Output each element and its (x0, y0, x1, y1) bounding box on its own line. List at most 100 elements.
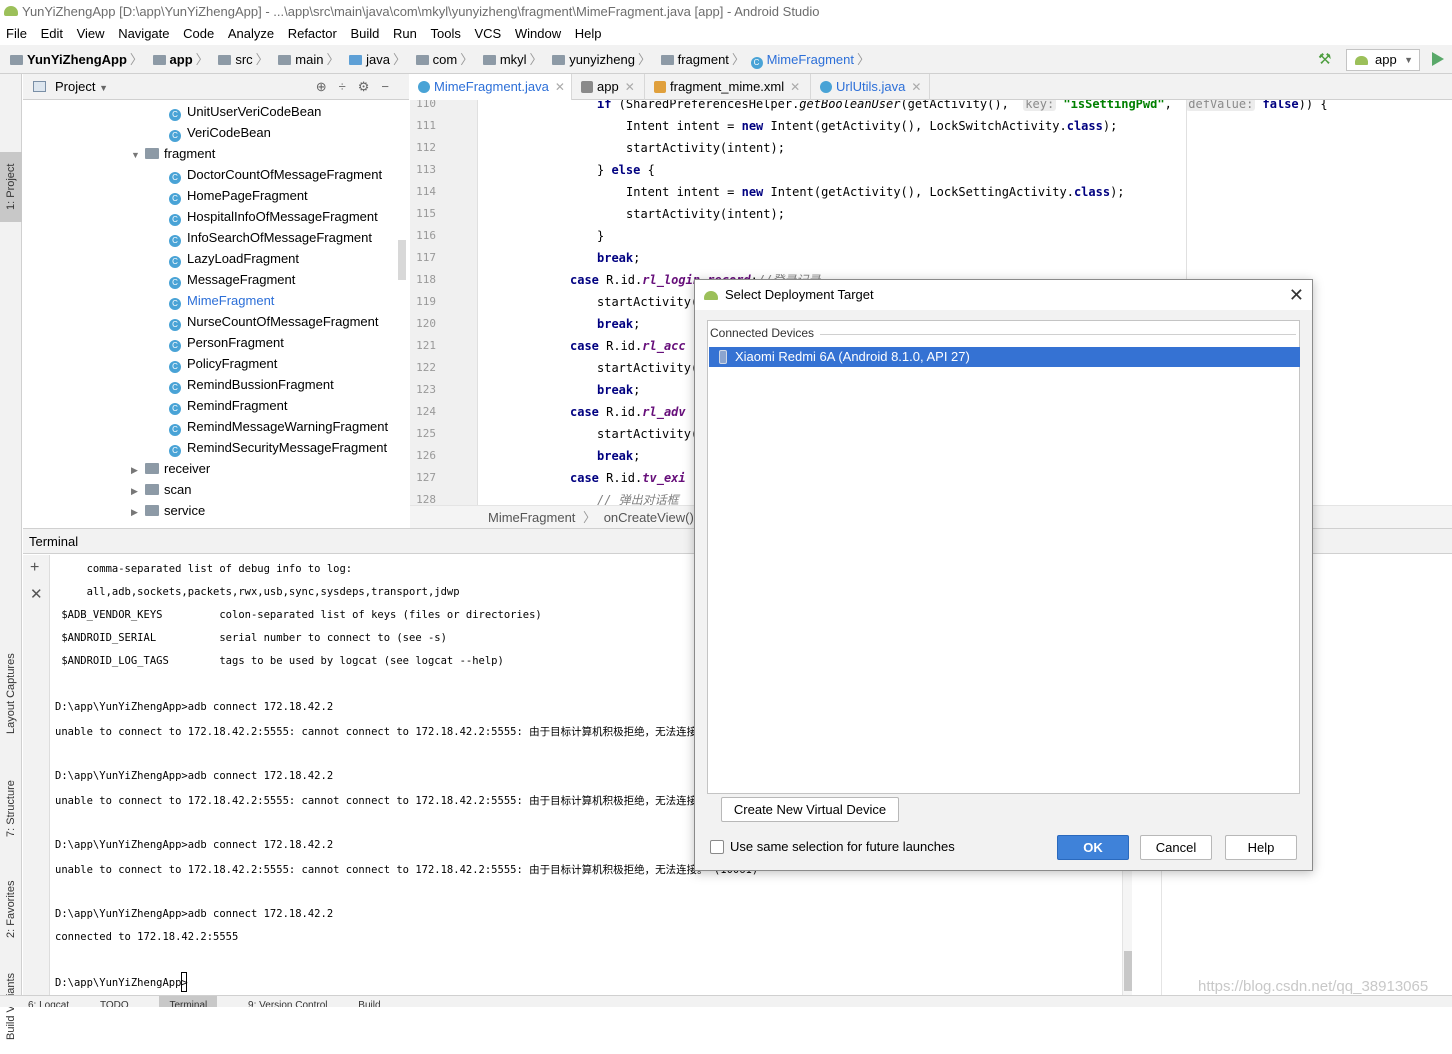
close-icon[interactable]: ✕ (555, 80, 565, 94)
menu-tools[interactable]: Tools (425, 23, 465, 45)
tool-tab-project[interactable]: 1: Project (0, 152, 22, 222)
tree-item[interactable]: C DoctorCountOfMessageFragment (169, 164, 382, 185)
tree-item[interactable]: C RemindBussionFragment (169, 374, 334, 395)
tree-item[interactable]: C RemindMessageWarningFragment (169, 416, 388, 437)
tool-tab-version-control[interactable]: 9: Version Control (248, 996, 328, 1007)
scrollbar-thumb[interactable] (1124, 951, 1132, 991)
crumb-mkyl[interactable]: mkyl 〉 (479, 45, 543, 74)
line-number: 111 (416, 119, 436, 132)
tree-item[interactable]: C HomePageFragment (169, 185, 308, 206)
tree-scrollbar[interactable] (398, 240, 406, 280)
tab-app[interactable]: app ✕ (573, 74, 645, 100)
code-line-123: break; (597, 383, 641, 397)
class-icon: C (169, 319, 181, 331)
ok-button[interactable]: OK (1057, 835, 1129, 860)
code-line-111: Intent intent = new Intent(getActivity()… (626, 119, 1118, 133)
tree-item[interactable]: C MessageFragment (169, 269, 295, 290)
project-panel-tools[interactable]: ⊕÷⚙− (316, 74, 401, 100)
menu-build[interactable]: Build (344, 23, 383, 45)
chevron-right-icon[interactable]: ▶ (131, 460, 145, 481)
same-selection-checkbox[interactable] (710, 840, 724, 854)
terminal-line: D:\app\YunYiZhengApp>adb connect 172.18.… (55, 908, 334, 920)
chevron-right-icon[interactable]: ▶ (131, 502, 145, 523)
tab-fragment-mime-xml[interactable]: fragment_mime.xml ✕ (646, 74, 811, 100)
chevron-down-icon[interactable]: ▼ (131, 145, 145, 166)
crumb-yunyizheng[interactable]: yunyizheng 〉 (548, 45, 651, 74)
chevron-right-icon[interactable]: ▶ (131, 481, 145, 502)
breadcrumb-class[interactable]: MimeFragment (488, 510, 575, 525)
tab-urlutils-java[interactable]: UrlUtils.java ✕ (812, 74, 930, 100)
cancel-button[interactable]: Cancel (1140, 835, 1212, 860)
tree-folder[interactable]: ▶ scan (131, 479, 191, 500)
menu-edit[interactable]: Edit (35, 23, 67, 45)
tool-tab-layout-captures[interactable]: Layout Captures (0, 639, 22, 749)
help-button[interactable]: Help (1225, 835, 1297, 860)
tree-item[interactable]: C MimeFragment (169, 290, 274, 311)
folder-icon (278, 55, 292, 65)
tree-folder[interactable]: ▼ fragment (131, 143, 215, 164)
project-view-select[interactable]: Project (55, 79, 95, 94)
crumb-com[interactable]: com 〉 (412, 45, 473, 74)
tool-tab-terminal[interactable]: Terminal (159, 996, 218, 1007)
crumb-mimefragment[interactable]: C MimeFragment 〉 (750, 45, 870, 74)
tool-tab-build[interactable]: Build (358, 996, 380, 1007)
crumb-main[interactable]: main 〉 (274, 45, 340, 74)
tree-item-label: DoctorCountOfMessageFragment (187, 167, 383, 182)
tool-tab-structure[interactable]: 7: Structure (0, 764, 22, 854)
code-line-119: startActivity( (597, 295, 699, 309)
tool-tab-logcat[interactable]: 6: Logcat (28, 996, 69, 1007)
terminal-cursor (181, 972, 187, 992)
tree-item[interactable]: C UnitUserVeriCodeBean (169, 101, 321, 122)
hammer-icon[interactable]: ⚒ (1318, 50, 1336, 68)
device-row[interactable]: Xiaomi Redmi 6A (Android 8.1.0, API 27) (709, 347, 1300, 367)
tree-item-label: HospitalInfoOfMessageFragment (187, 209, 378, 224)
menu-help[interactable]: Help (569, 23, 606, 45)
menu-navigate[interactable]: Navigate (112, 23, 173, 45)
tree-item[interactable]: C LazyLoadFragment (169, 248, 299, 269)
menu-code[interactable]: Code (177, 23, 218, 45)
run-icon[interactable] (1428, 50, 1446, 68)
menu-window[interactable]: Window (509, 23, 565, 45)
crumb-fragment[interactable]: fragment 〉 (657, 45, 745, 74)
class-icon: C (750, 57, 763, 69)
menu-refactor[interactable]: Refactor (282, 23, 341, 45)
menu-vcs[interactable]: VCS (468, 23, 505, 45)
tree-item[interactable]: C HospitalInfoOfMessageFragment (169, 206, 378, 227)
folder-icon (552, 55, 566, 65)
breadcrumb-method[interactable]: onCreateView() (604, 510, 694, 525)
class-icon: C (169, 361, 181, 373)
close-icon[interactable]: ✕ (1289, 280, 1304, 310)
crumb-java[interactable]: java 〉 (345, 45, 406, 74)
tree-item[interactable]: C VeriCodeBean (169, 122, 271, 143)
crumb-src[interactable]: src 〉 (214, 45, 269, 74)
create-virtual-device-button[interactable]: Create New Virtual Device (721, 797, 899, 822)
close-icon[interactable]: ✕ (625, 80, 635, 94)
tool-tab-todo[interactable]: TODO (100, 996, 129, 1007)
tab-mimefragment-java[interactable]: MimeFragment.java ✕ (410, 74, 572, 100)
menu-view[interactable]: View (71, 23, 109, 45)
tree-item[interactable]: C RemindSecurityMessageFragment (169, 437, 387, 458)
tool-tab-favorites[interactable]: 2: Favorites (0, 864, 22, 954)
close-icon[interactable]: ✕ (790, 80, 800, 94)
close-icon[interactable]: ✕ (911, 80, 921, 94)
code-line-114: Intent intent = new Intent(getActivity()… (626, 185, 1125, 199)
class-icon: C (169, 277, 181, 289)
menu-file[interactable]: File (0, 23, 31, 45)
same-selection-label[interactable]: Use same selection for future launches (730, 838, 955, 856)
tree-item[interactable]: C PolicyFragment (169, 353, 277, 374)
project-panel-header: Project ▼ ⊕÷⚙− (23, 74, 409, 100)
tree-item[interactable]: C PersonFragment (169, 332, 284, 353)
crumb-project[interactable]: YunYiZhengApp 〉 (6, 45, 143, 74)
tree-folder[interactable]: ▶ service (131, 500, 205, 521)
new-session-icon[interactable]: + (30, 559, 39, 577)
menu-run[interactable]: Run (387, 23, 421, 45)
tree-folder[interactable]: ▶ receiver (131, 458, 210, 479)
crumb-module[interactable]: app 〉 (149, 45, 209, 74)
run-configuration-select[interactable]: app ▼ (1346, 49, 1420, 71)
tree-item[interactable]: C RemindFragment (169, 395, 287, 416)
tree-item[interactable]: C NurseCountOfMessageFragment (169, 311, 378, 332)
close-session-icon[interactable]: ✕ (30, 585, 43, 603)
folder-icon (218, 55, 232, 65)
tree-item[interactable]: C InfoSearchOfMessageFragment (169, 227, 372, 248)
menu-analyze[interactable]: Analyze (222, 23, 278, 45)
